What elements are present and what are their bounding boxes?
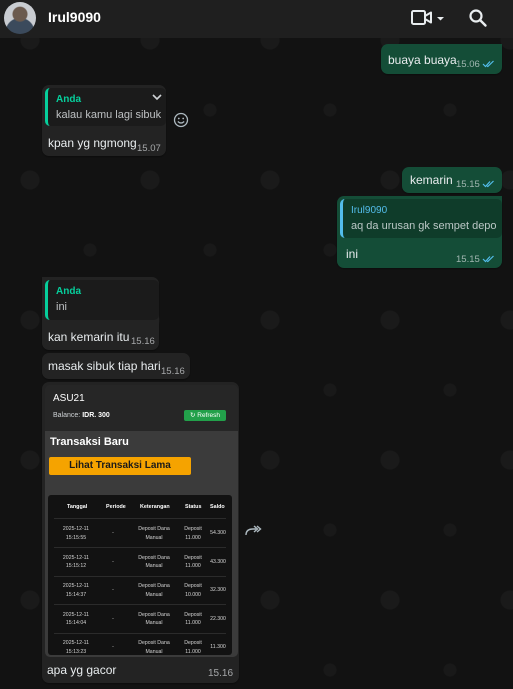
refresh-button: ↻ Refresh: [184, 410, 226, 421]
cell-date: 2025-12-11 15:13:23: [62, 640, 90, 655]
row-divider: [54, 547, 226, 548]
message-bubble-incoming[interactable]: Anda ini kan kemarin itu 15.16: [42, 277, 159, 350]
message-time: 15.16: [161, 366, 185, 377]
cell-date: 2025-12-11 15:14:04: [62, 611, 90, 627]
quoted-message[interactable]: Anda ini: [45, 280, 159, 320]
message-time: 15.15: [456, 179, 495, 190]
message-text: buaya buaya: [388, 53, 457, 67]
message-text: kan kemarin itu: [48, 330, 130, 344]
search-button[interactable]: [467, 7, 489, 29]
message-text: masak sibuk tiap hari: [48, 359, 161, 373]
cell-periode: -: [112, 558, 114, 565]
cell-keterangan: Deposit Dana Manual: [138, 640, 170, 655]
section-title: Transaksi Baru: [50, 436, 129, 448]
column-header: Periode: [106, 504, 126, 510]
message-time: 15.06: [456, 59, 495, 70]
row-divider: [54, 518, 226, 519]
message-bubble-incoming[interactable]: masak sibuk tiap hari 15.16: [42, 353, 190, 379]
cell-date: 2025-12-11 15:15:55: [62, 526, 90, 541]
contact-name[interactable]: Irul9090: [48, 9, 101, 25]
cell-saldo: 22.300: [210, 615, 226, 622]
video-call-button[interactable]: [410, 8, 448, 28]
column-header: Saldo: [210, 504, 225, 510]
cell-saldo: 11.300: [210, 644, 226, 650]
message-time: 15.07: [137, 143, 161, 154]
row-divider: [54, 632, 226, 634]
quote-text: kalau kamu lagi sibuk: [56, 109, 162, 121]
cell-status: Deposit 11.000: [184, 554, 202, 570]
image-message-bubble[interactable]: ASU21 Balance: IDR. 300 ↻ Refresh Transa…: [42, 382, 239, 683]
message-time: 15.16: [208, 668, 234, 679]
old-transactions-button: Lihat Transaksi Lama: [49, 457, 191, 475]
cell-periode: -: [112, 615, 114, 622]
cell-periode: -: [112, 644, 114, 650]
cell-saldo: 32.300: [210, 587, 226, 593]
cell-status: Deposit 11.000: [184, 611, 202, 627]
message-bubble-incoming[interactable]: Anda kalau kamu lagi sibuk kpan yg ngmon…: [42, 85, 166, 156]
quote-author: Irul9090: [351, 205, 388, 216]
message-time: 15.15: [456, 254, 495, 265]
cell-keterangan: Deposit Dana Manual: [138, 526, 170, 541]
quoted-message[interactable]: Irul9090 aq da urusan gk sempet depo: [340, 199, 502, 238]
message-text: kemarin: [410, 173, 453, 187]
cell-date: 2025-12-11 15:15:12: [62, 554, 90, 570]
read-ticks-icon: [482, 181, 494, 188]
read-ticks-icon: [482, 256, 494, 263]
chat-header: Irul9090: [0, 0, 513, 38]
message-bubble-outgoing[interactable]: Irul9090 aq da urusan gk sempet depo ini…: [337, 196, 502, 268]
message-text: ini: [346, 247, 359, 261]
column-header: Tanggal: [67, 504, 88, 510]
row-divider: [54, 575, 226, 577]
image-transaction-panel: Transaksi Baru Lihat Transaksi Lama Tang…: [45, 431, 238, 657]
cell-status: Deposit 10.000: [184, 583, 202, 598]
video-call-icon: [411, 10, 444, 25]
read-ticks-icon: [482, 61, 494, 68]
chevron-down-icon[interactable]: [152, 94, 162, 101]
cell-keterangan: Deposit Dana Manual: [138, 583, 170, 598]
contact-avatar[interactable]: [4, 2, 36, 34]
image-caption: apa yg gacor: [47, 663, 117, 677]
quote-author: Anda: [56, 94, 81, 105]
cell-date: 2025-12-11 15:14:37: [62, 583, 90, 598]
transactions-table: Tanggal Periode Keterangan Status Saldo …: [48, 495, 232, 655]
quote-text: aq da urusan gk sempet depo: [351, 220, 497, 232]
emoji-reaction-icon[interactable]: [173, 112, 189, 128]
message-bubble-outgoing[interactable]: buaya buaya 15.06: [381, 44, 502, 74]
caret-down-icon: [437, 17, 444, 21]
cell-saldo: 54.300: [210, 530, 226, 536]
quote-text: ini: [56, 301, 68, 313]
column-header: Status: [185, 504, 202, 510]
screenshot-image[interactable]: ASU21 Balance: IDR. 300 ↻ Refresh Transa…: [45, 385, 238, 657]
cell-status: Deposit 11.000: [184, 640, 202, 655]
balance-line: Balance: IDR. 300: [53, 412, 110, 419]
quoted-message[interactable]: Anda kalau kamu lagi sibuk: [45, 88, 166, 126]
cell-status: Deposit 11.000: [184, 526, 202, 541]
message-text: kpan yg ngmong: [48, 136, 137, 150]
cell-periode: -: [112, 587, 114, 593]
cell-keterangan: Deposit Dana Manual: [138, 611, 170, 627]
cell-keterangan: Deposit Dana Manual: [138, 554, 170, 570]
cell-periode: -: [112, 530, 114, 536]
row-divider: [54, 604, 226, 605]
account-name: ASU21: [53, 393, 85, 404]
forward-icon[interactable]: [244, 524, 262, 538]
image-account-panel: ASU21 Balance: IDR. 300 ↻ Refresh: [45, 385, 238, 431]
search-icon: [469, 9, 487, 27]
message-bubble-outgoing[interactable]: kemarin 15.15: [402, 167, 502, 193]
quote-author: Anda: [56, 286, 81, 297]
column-header: Keterangan: [140, 504, 170, 510]
cell-saldo: 43.300: [210, 558, 226, 565]
message-time: 15.16: [131, 336, 155, 347]
